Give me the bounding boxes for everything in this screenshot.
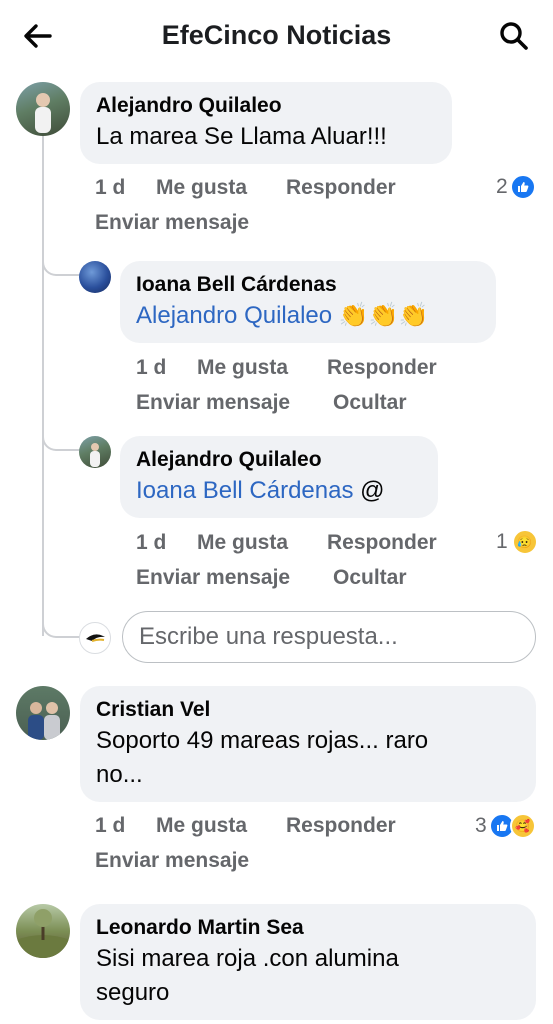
reaction-count: 1 — [496, 530, 508, 553]
send-message-button[interactable]: Enviar mensaje — [136, 391, 290, 415]
reply-button[interactable]: Responder — [327, 531, 437, 555]
avatar[interactable] — [79, 261, 111, 293]
comment-author[interactable]: Alejandro Quilaleo — [96, 92, 436, 120]
comment-author[interactable]: Cristian Vel — [96, 696, 520, 724]
reaction-summary[interactable]: 3 🥰 — [475, 813, 536, 839]
reply-text: Ioana Bell Cárdenas @ — [136, 474, 422, 508]
comment-time[interactable]: 1 d — [95, 814, 125, 838]
page-logo-icon — [86, 634, 105, 642]
reaction-summary[interactable]: 2 — [496, 174, 536, 200]
reply-button[interactable]: Responder — [286, 814, 396, 838]
care-icon: 🥰 — [509, 813, 536, 839]
reply-author[interactable]: Alejandro Quilaleo — [136, 446, 422, 474]
hide-button[interactable]: Ocultar — [333, 566, 407, 590]
like-button[interactable]: Me gusta — [197, 356, 288, 380]
like-button[interactable]: Me gusta — [156, 814, 247, 838]
comment-bubble: Alejandro Quilaleo La marea Se Llama Alu… — [80, 82, 452, 164]
search-icon — [500, 22, 528, 50]
thread-branch — [42, 250, 80, 276]
reaction-summary[interactable]: 1 😥 — [496, 529, 538, 555]
avatar[interactable] — [16, 82, 70, 136]
comment-text: seguro — [96, 979, 170, 1006]
thread-branch — [42, 425, 80, 451]
reply-button[interactable]: Responder — [286, 176, 396, 200]
reply-time[interactable]: 1 d — [136, 356, 166, 380]
thread-branch — [42, 612, 80, 638]
mention-link[interactable]: Ioana Bell Cárdenas — [136, 477, 353, 504]
page-title: EfeCinco Noticias — [161, 20, 392, 50]
reply-input[interactable]: Escribe una respuesta... — [122, 611, 536, 663]
avatar[interactable] — [16, 686, 70, 740]
like-button[interactable]: Me gusta — [197, 531, 288, 555]
send-message-button[interactable]: Enviar mensaje — [95, 849, 249, 873]
reply-bubble: Ioana Bell Cárdenas Alejandro Quilaleo 👏… — [120, 261, 496, 343]
comment-bubble: Cristian Vel Soporto 49 mareas rojas... … — [80, 686, 536, 802]
comment-author[interactable]: Leonardo Martin Sea — [96, 914, 520, 942]
reply-suffix: @ — [360, 477, 385, 504]
reply-button[interactable]: Responder — [327, 356, 437, 380]
reply-actions: 1 d Me gusta Responder Enviar mensaje Oc… — [0, 531, 553, 591]
avatar — [79, 622, 111, 654]
comment-actions: 1 d Me gusta Responder Enviar mensaje — [0, 176, 553, 236]
avatar[interactable] — [79, 436, 111, 468]
send-message-button[interactable]: Enviar mensaje — [95, 211, 249, 235]
thumbs-up-icon — [509, 174, 536, 200]
reply-text: Alejandro Quilaleo 👏👏👏 — [136, 299, 480, 333]
sad-face-icon: 😥 — [511, 529, 538, 555]
reply-actions: 1 d Me gusta Responder Enviar mensaje Oc… — [0, 356, 553, 416]
reply-time[interactable]: 1 d — [136, 531, 166, 555]
comment-text: Sisi marea roja .con alumina — [96, 945, 399, 972]
like-button[interactable]: Me gusta — [156, 176, 247, 200]
hide-button[interactable]: Ocultar — [333, 391, 407, 415]
reply-suffix: 👏👏👏 — [338, 302, 429, 329]
reaction-count: 3 — [475, 814, 487, 837]
comment-text: La marea Se Llama Aluar!!! — [96, 123, 387, 150]
search-button[interactable] — [496, 18, 532, 54]
avatar[interactable] — [16, 904, 70, 958]
comment-time[interactable]: 1 d — [95, 176, 125, 200]
reaction-count: 2 — [496, 175, 508, 198]
mention-link[interactable]: Alejandro Quilaleo — [136, 302, 332, 329]
comment-actions: 1 d Me gusta Responder Enviar mensaje — [0, 814, 553, 874]
comment-text: no... — [96, 761, 143, 788]
comment-text: Soporto 49 mareas rojas... raro — [96, 727, 429, 754]
reply-author[interactable]: Ioana Bell Cárdenas — [136, 271, 480, 299]
reply-bubble: Alejandro Quilaleo Ioana Bell Cárdenas @ — [120, 436, 438, 518]
send-message-button[interactable]: Enviar mensaje — [136, 566, 290, 590]
comment-bubble: Leonardo Martin Sea Sisi marea roja .con… — [80, 904, 536, 1020]
